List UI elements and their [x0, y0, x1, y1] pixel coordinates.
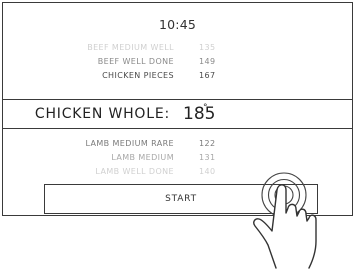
preset-name: BEEF WELL DONE [97, 57, 174, 66]
list-item[interactable]: LAMB WELL DONE 140 [3, 167, 352, 181]
start-button[interactable]: START [44, 184, 318, 214]
preset-name: LAMB MEDIUM [111, 153, 174, 162]
preset-temp: 122 [199, 139, 216, 148]
preset-temp: 135 [199, 43, 216, 52]
preset-name: LAMB WELL DONE [95, 167, 174, 176]
list-item[interactable]: BEEF WELL DONE 149 [3, 57, 352, 71]
selected-temp-value: 185 [183, 104, 216, 124]
list-item[interactable]: CHICKEN PIECES 167 [3, 71, 352, 85]
selected-preset-name: CHICKEN WHOLE: [34, 106, 170, 122]
preset-name: CHICKEN PIECES [102, 71, 174, 80]
degree-symbol: ° [203, 103, 208, 113]
list-item[interactable]: LAMB MEDIUM RARE 122 [3, 139, 352, 153]
selected-preset[interactable]: CHICKEN WHOLE: 185 ° [3, 99, 352, 129]
preset-temp: 140 [199, 167, 216, 176]
preset-name: BEEF MEDIUM WELL [87, 43, 174, 52]
clock: 10:45 [158, 17, 197, 32]
preset-temp: 149 [199, 57, 216, 66]
preset-name: LAMB MEDIUM RARE [85, 139, 174, 148]
list-item[interactable]: LAMB MEDIUM 131 [3, 153, 352, 167]
list-item[interactable]: BEEF MEDIUM WELL 135 [3, 43, 352, 57]
selected-preset-temp: 185 ° [183, 103, 216, 124]
preset-temp: 131 [199, 153, 216, 162]
preset-temp: 167 [199, 71, 216, 80]
